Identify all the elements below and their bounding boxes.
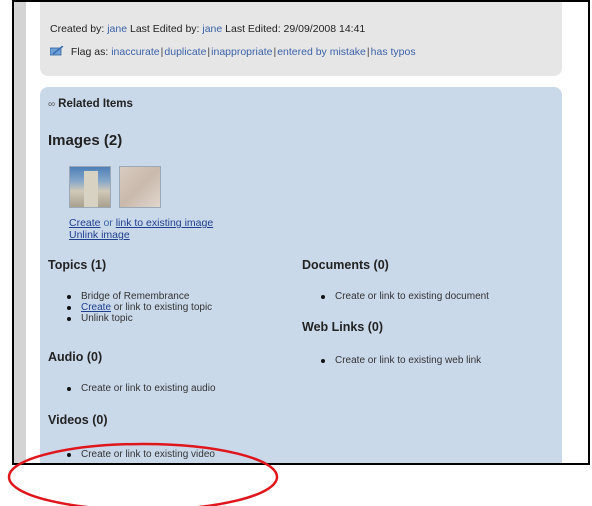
create-link-video-item[interactable]: Create or link to existing video [61, 449, 215, 460]
tower-shape [84, 171, 98, 207]
unlink-topic-label: Unlink topic [81, 313, 133, 324]
link-existing-image-link[interactable]: link to existing image [116, 217, 213, 229]
documents-heading: Documents (0) [302, 258, 389, 272]
related-items-title: Related Items [58, 98, 133, 110]
create-image-link[interactable]: Create [69, 217, 101, 229]
left-sidebar-strip [14, 2, 26, 463]
chain-link-icon: ∞ [48, 99, 56, 110]
created-by-user-link[interactable]: jane [107, 23, 127, 35]
videos-list: Create or link to existing video [61, 449, 215, 460]
audio-heading: Audio (0) [48, 350, 103, 364]
separator: | [273, 46, 277, 58]
web-links-heading: Web Links (0) [302, 320, 384, 334]
audio-list: Create or link to existing audio [61, 383, 216, 394]
flag-inappropriate-link[interactable]: inappropriate [211, 46, 272, 58]
create-link-video-label: Create or link to existing video [81, 449, 215, 460]
image-thumbnail-tower[interactable] [69, 166, 111, 208]
create-link-topic-item: Create or link to existing topic [61, 302, 212, 313]
or-text: or [103, 217, 113, 229]
create-link-document-label: Create or link to existing document [335, 291, 489, 302]
separator: | [160, 46, 164, 58]
web-links-list: Create or link to existing web link [315, 355, 481, 366]
flag-inaccurate-link[interactable]: inaccurate [111, 46, 159, 58]
last-edited-label: Last Edited: [225, 23, 281, 35]
images-heading: Images (2) [48, 132, 123, 149]
flag-pencil-icon [50, 46, 64, 56]
separator: | [207, 46, 211, 58]
separator: | [366, 46, 370, 58]
flag-has-typos-link[interactable]: has typos [371, 46, 416, 58]
screenshot-frame: Created by: jane Last Edited by: jane La… [12, 0, 590, 465]
create-link-audio-label: Create or link to existing audio [81, 383, 216, 394]
related-items-panel: ∞ Related Items Images (2) Create or link… [40, 87, 562, 463]
flag-duplicate-link[interactable]: duplicate [164, 46, 206, 58]
related-items-header: ∞ Related Items [48, 98, 133, 110]
created-by-label: Created by: [50, 23, 105, 35]
documents-list: Create or link to existing document [315, 291, 489, 302]
topics-list: Bridge of Remembrance Create or link to … [61, 291, 212, 324]
last-edited-by-label: Last Edited by: [129, 23, 200, 35]
last-edited-timestamp: 29/09/2008 14:41 [283, 23, 366, 35]
unlink-topic-item[interactable]: Unlink topic [61, 313, 212, 324]
unlink-image-link[interactable]: Unlink image [69, 229, 130, 241]
create-link-document-item[interactable]: Create or link to existing document [315, 291, 489, 302]
create-link-web-link-label: Create or link to existing web link [335, 355, 482, 366]
topic-item-label: Bridge of Remembrance [81, 291, 190, 302]
topic-item[interactable]: Bridge of Remembrance [61, 291, 212, 302]
last-edited-by-user-link[interactable]: jane [202, 23, 222, 35]
link-existing-topic-text[interactable]: or link to existing topic [111, 302, 212, 313]
flag-as-label: Flag as: [70, 46, 109, 58]
flag-as-line: Flag as: inaccurate|duplicate|inappropri… [50, 46, 416, 58]
item-meta-box: Created by: jane Last Edited by: jane La… [40, 2, 562, 76]
create-link-web-link-item[interactable]: Create or link to existing web link [315, 355, 481, 366]
create-link-audio-item[interactable]: Create or link to existing audio [61, 383, 216, 394]
create-topic-link[interactable]: Create [81, 302, 111, 313]
flag-entered-by-mistake-link[interactable]: entered by mistake [277, 46, 366, 58]
edit-info-line: Created by: jane Last Edited by: jane La… [50, 23, 365, 35]
topics-heading: Topics (1) [48, 258, 107, 272]
image-thumbnail-document[interactable] [119, 166, 161, 208]
videos-heading: Videos (0) [48, 413, 108, 427]
image-actions: Create or link to existing image Unlink … [69, 217, 213, 241]
